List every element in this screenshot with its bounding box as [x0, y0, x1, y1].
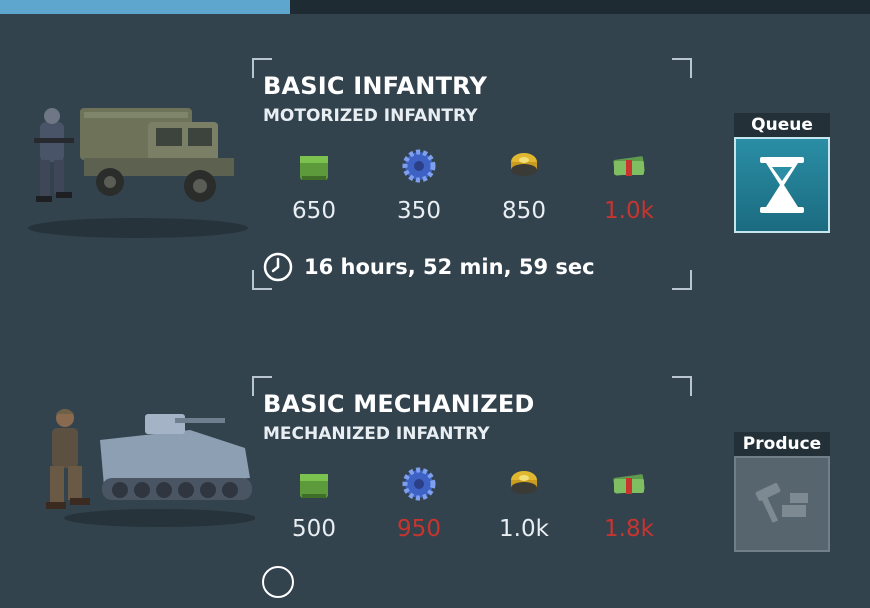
active-tab-indicator[interactable] — [0, 0, 290, 14]
resource-fuel: 850 — [479, 146, 569, 224]
resource-money: 1.0k — [584, 146, 674, 224]
unit-subtitle: MECHANIZED INFANTRY — [263, 424, 490, 444]
resource-supplies: 650 — [269, 146, 359, 224]
frame-corner — [672, 376, 692, 396]
resource-components: 950 — [374, 464, 464, 542]
resource-value: 1.0k — [499, 516, 549, 542]
resource-money: 1.8k — [584, 464, 674, 542]
motorized-infantry-artwork — [18, 100, 248, 244]
resource-components: 350 — [374, 146, 464, 224]
resource-value: 1.8k — [604, 516, 654, 542]
production-time: 16 hours, 52 min, 59 sec — [262, 251, 595, 283]
resource-value: 500 — [292, 516, 336, 542]
queue-label: Queue — [734, 113, 830, 137]
apc-and-soldier-image — [46, 409, 256, 527]
frame-corner — [672, 270, 692, 290]
resource-value: 950 — [397, 516, 441, 542]
unit-card-basic-infantry: BASIC INFANTRY MOTORIZED INFANTRY 650 35… — [252, 58, 692, 290]
clock-icon-partial — [262, 566, 294, 598]
resource-supplies: 500 — [269, 464, 359, 542]
clock-icon — [263, 252, 293, 282]
supply-crate-icon — [300, 156, 328, 180]
money-stack-icon — [613, 474, 645, 494]
component-gear-icon — [402, 467, 436, 501]
hourglass-icon — [760, 157, 804, 213]
resource-value: 650 — [292, 198, 336, 224]
queue-action: Queue — [734, 113, 830, 233]
production-time-text: 16 hours, 52 min, 59 sec — [304, 255, 595, 279]
resource-value: 850 — [502, 198, 546, 224]
component-gear-icon — [402, 149, 436, 183]
resource-fuel: 1.0k — [479, 464, 569, 542]
resource-value: 350 — [397, 198, 441, 224]
fuel-barrel-icon — [511, 471, 537, 494]
truck-and-soldier-image — [28, 108, 248, 238]
money-stack-icon — [613, 156, 645, 176]
unit-card-basic-mechanized: BASIC MECHANIZED MECHANIZED INFANTRY 500… — [252, 376, 692, 608]
queue-button[interactable] — [734, 137, 830, 233]
produce-button[interactable] — [734, 456, 830, 552]
hammer-icon — [755, 483, 808, 523]
unit-title: BASIC MECHANIZED — [263, 390, 535, 418]
resource-value: 1.0k — [604, 198, 654, 224]
fuel-barrel-icon — [511, 153, 537, 176]
supply-crate-icon — [300, 474, 328, 498]
unit-title: BASIC INFANTRY — [263, 72, 488, 100]
top-tab-bar — [0, 0, 870, 14]
produce-label: Produce — [734, 432, 830, 456]
unit-subtitle: MOTORIZED INFANTRY — [263, 106, 478, 126]
produce-action: Produce — [734, 432, 830, 552]
frame-corner — [672, 58, 692, 78]
mechanized-infantry-artwork — [40, 400, 256, 534]
